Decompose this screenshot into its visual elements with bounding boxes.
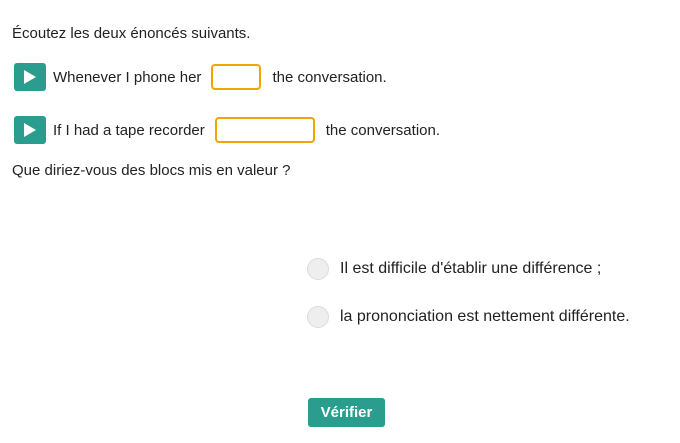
question-text: Que diriez-vous des blocs mis en valeur … [12,162,291,179]
answer-blank-1[interactable] [211,64,262,90]
option-2-label: la prononciation est nettement différent… [340,308,630,325]
option-2[interactable]: la prononciation est nettement différent… [307,306,630,328]
sentence-2-text: If I had a tape recorder [53,121,205,139]
sentence-1-text: Whenever I phone her [53,68,202,86]
answer-blank-2[interactable] [214,117,315,143]
play-audio-button-1[interactable] [14,63,46,91]
play-audio-button-2[interactable] [14,116,46,144]
radio-button-1[interactable] [307,258,329,280]
sentence-2-tail: the conversation. [325,121,441,139]
sentence-row-2: If I had a tape recorder the conversatio… [14,115,440,145]
play-icon [24,70,36,84]
verify-button[interactable]: Vérifier [308,398,385,427]
radio-button-2[interactable] [307,306,329,328]
instruction-text: Écoutez les deux énoncés suivants. [12,25,251,42]
play-icon [24,123,36,137]
option-1-label: Il est difficile d'établir une différenc… [340,260,602,277]
option-1[interactable]: Il est difficile d'établir une différenc… [307,258,601,280]
sentence-row-1: Whenever I phone her the conversation. [14,62,387,92]
sentence-1-tail: the conversation. [272,68,387,86]
